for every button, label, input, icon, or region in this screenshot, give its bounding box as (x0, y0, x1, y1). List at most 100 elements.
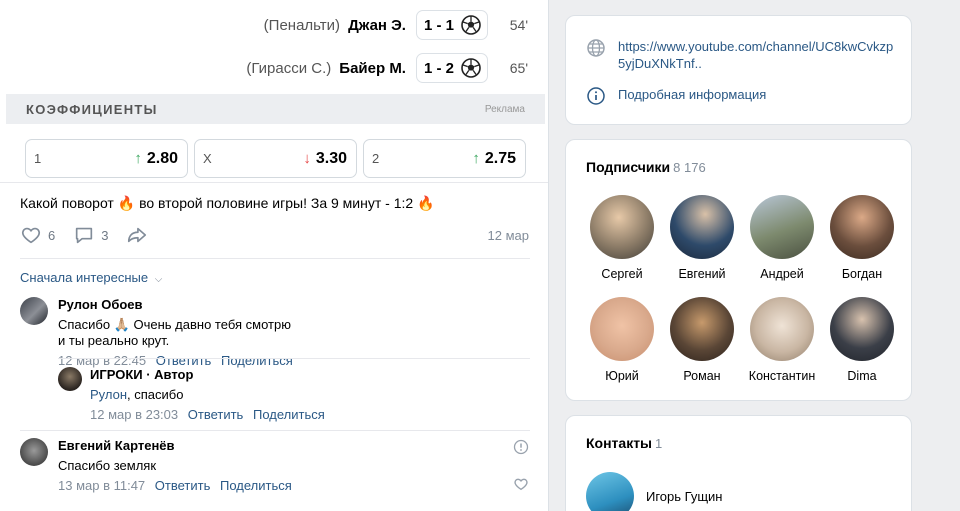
subscriber-item[interactable]: Богдан (822, 195, 902, 281)
odds-title: КОЭФФИЦИЕНТЫ (26, 101, 158, 117)
globe-icon (587, 39, 605, 57)
comment-icon (76, 227, 93, 244)
ball-icon (461, 58, 481, 78)
details-link[interactable]: Подробная информация (618, 86, 898, 103)
goal-score: 1 - 2 (415, 53, 488, 83)
subscriber-item[interactable]: Dima (822, 297, 902, 383)
comment-text: Рулон, спасибо (90, 387, 325, 402)
subscriber-item[interactable]: Роман (662, 297, 742, 383)
reply-button[interactable]: Ответить (188, 407, 244, 422)
goal-minute: 54' (509, 17, 528, 33)
comment-date[interactable]: 12 мар в 22:45 (58, 353, 146, 368)
subscriber-item[interactable]: Юрий (582, 297, 662, 383)
heart-icon[interactable] (513, 476, 529, 492)
post-text: Какой поворот 🔥 во второй половине игры!… (20, 195, 435, 212)
comment-date[interactable]: 12 мар в 23:03 (90, 407, 178, 422)
avatar[interactable] (20, 297, 48, 325)
contacts-title-text: Контакты (586, 435, 653, 451)
post-text-part: во второй половине игры! За 9 минут - 1:… (139, 195, 414, 211)
arrow-up-icon: ↑ (134, 150, 142, 167)
heart-icon (22, 227, 40, 244)
odd-number: 2.75 (484, 149, 516, 167)
odd-value: ↓ 3.30 (303, 150, 347, 168)
divider (58, 358, 530, 359)
subscriber-item[interactable]: Евгений (662, 195, 742, 281)
subscriber-name: Роман (683, 369, 721, 383)
website-link[interactable]: https://www.youtube.com/channel/UC8kwCvk… (618, 38, 898, 72)
odd-number: 3.30 (315, 149, 347, 167)
divider (0, 182, 548, 183)
goal-row-1: (Пенальти) Джан Э. 1 - 1 54' (264, 9, 528, 41)
fire-emoji: 🔥 (117, 195, 136, 211)
odd-button-away[interactable]: 2 ↑ 2.75 (363, 139, 526, 178)
subscriber-name: Константин (748, 369, 816, 383)
subscriber-name: Богдан (841, 267, 883, 281)
goal-scorer: Джан Э. (348, 16, 406, 34)
odd-label: 1 (34, 151, 42, 166)
arrow-up-icon: ↑ (472, 150, 480, 167)
subscriber-item[interactable]: Константин (742, 297, 822, 383)
info-icon (587, 87, 605, 105)
goal-minute: 65' (509, 60, 528, 76)
comment-author[interactable]: ИГРОКИ · Автор (90, 367, 325, 382)
goal-note: (Гирасси С.) (246, 59, 332, 77)
subscriber-name: Андрей (760, 267, 804, 281)
subscribers-title[interactable]: Подписчики 8 176 (586, 159, 706, 175)
avatar (590, 297, 654, 361)
details-row[interactable]: Подробная информация (586, 86, 898, 106)
comment-text: Спасибо земляк (58, 458, 157, 473)
chevron-down-icon: ⌵ (154, 274, 163, 285)
comment-author[interactable]: Рулон Обоев (58, 297, 293, 312)
avatar[interactable] (20, 438, 48, 466)
odd-number: 2.80 (146, 149, 178, 167)
share-link[interactable]: Поделиться (221, 353, 293, 368)
comment-date[interactable]: 13 мар в 11:47 (58, 478, 145, 493)
sort-dropdown[interactable]: Сначала интересные ⌵ (20, 270, 162, 285)
subscriber-item[interactable]: Андрей (742, 195, 822, 281)
subscribers-grid: Сергей Евгений Андрей Богдан Юрий Роман … (582, 195, 902, 383)
divider (20, 430, 530, 431)
avatar (670, 297, 734, 361)
odd-button-home[interactable]: 1 ↑ 2.80 (25, 139, 188, 178)
avatar (590, 195, 654, 259)
info-card: https://www.youtube.com/channel/UC8kwCvk… (565, 15, 912, 125)
reply-button[interactable]: Ответить (156, 353, 212, 368)
contacts-card: Контакты 1 Игорь Гущин (565, 415, 912, 511)
mention-link[interactable]: Рулон (90, 387, 127, 402)
ball-icon (461, 15, 481, 35)
avatar (830, 297, 894, 361)
goal-note: (Пенальти) (263, 16, 341, 34)
fire-emoji: 🔥 (417, 195, 435, 211)
subscribers-title-text: Подписчики (586, 159, 671, 175)
post-date[interactable]: 12 мар (488, 228, 529, 243)
share-link[interactable]: Поделиться (253, 407, 325, 422)
comment-button[interactable]: 3 (73, 224, 108, 246)
share-link[interactable]: Поделиться (220, 478, 292, 493)
comment-text: Спасибо 🙏🏼 Очень давно тебя смотрю и ты … (58, 317, 291, 348)
comment-author[interactable]: Евгений Картенёв (58, 438, 292, 453)
avatar (586, 472, 634, 511)
subscriber-name: Юрий (605, 369, 639, 383)
score-text: 1 - 1 (423, 16, 454, 34)
like-count: 6 (48, 227, 56, 243)
subscriber-item[interactable]: Сергей (582, 195, 662, 281)
avatar[interactable] (58, 367, 82, 391)
odds-header: КОЭФФИЦИЕНТЫ Реклама (6, 94, 545, 124)
report-icon[interactable] (513, 439, 529, 455)
contact-name: Игорь Гущин (646, 488, 723, 504)
comment-text-rest: , спасибо (127, 387, 184, 402)
goal-row-2: (Гирасси С.) Байер М. 1 - 2 65' (246, 52, 528, 84)
odd-button-draw[interactable]: X ↓ 3.30 (194, 139, 357, 178)
contact-item[interactable]: Игорь Гущин (586, 472, 722, 511)
avatar (670, 195, 734, 259)
odd-label: X (203, 151, 212, 166)
like-button[interactable]: 6 (20, 224, 55, 246)
goal-scorer: Байер М. (339, 59, 406, 77)
avatar (750, 297, 814, 361)
reply-button[interactable]: Ответить (155, 478, 211, 493)
ad-label[interactable]: Реклама (485, 104, 525, 115)
share-button[interactable] (126, 224, 148, 246)
divider (20, 258, 530, 259)
post-actions: 6 3 (20, 224, 148, 246)
contacts-title[interactable]: Контакты 1 (586, 435, 662, 451)
